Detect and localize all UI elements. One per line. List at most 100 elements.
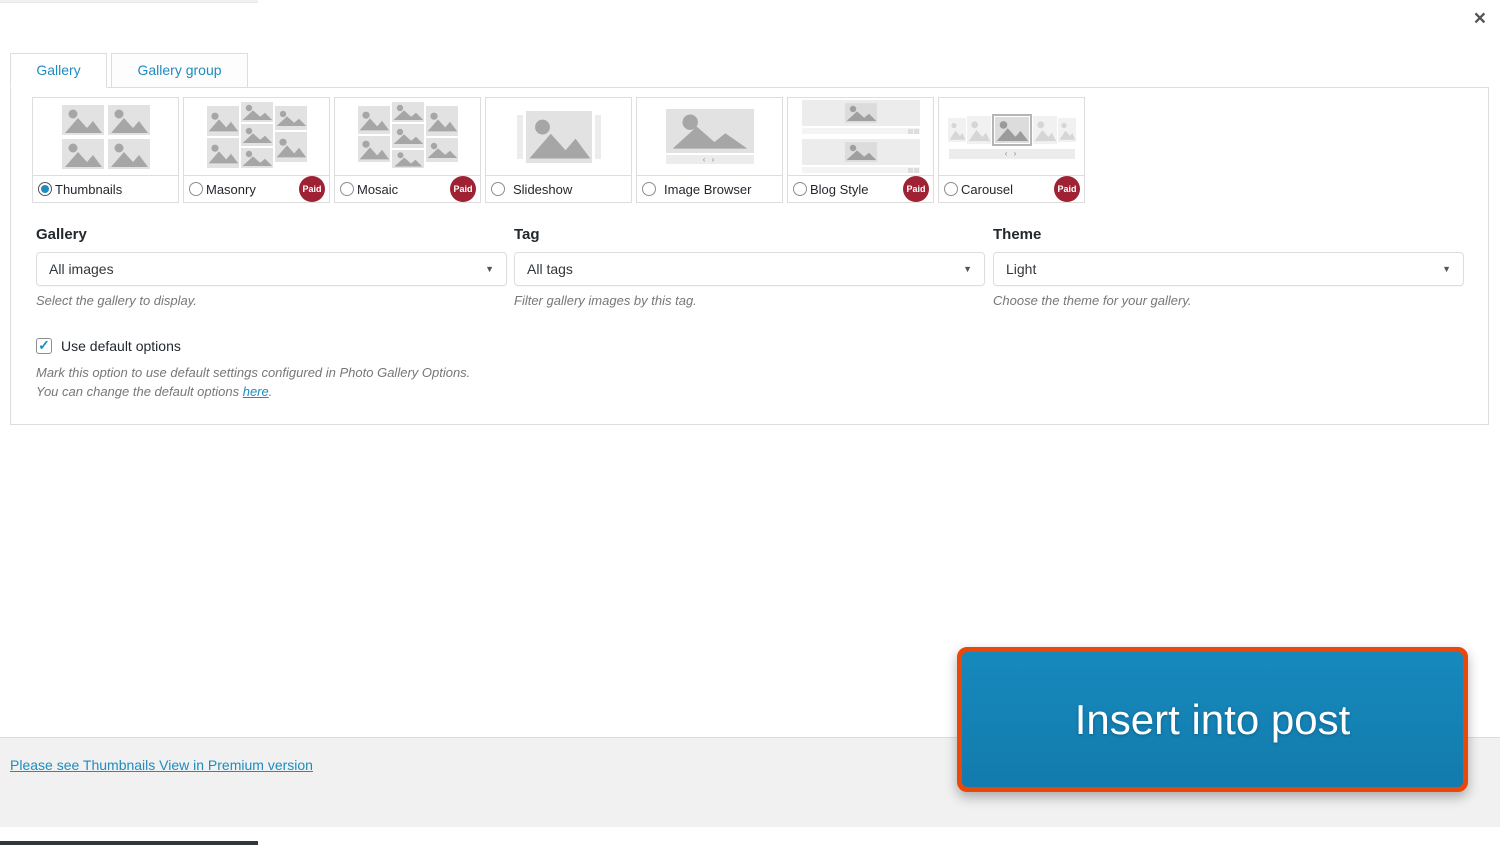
- default-options-help: Mark this option to use default settings…: [36, 363, 470, 401]
- gallery-type-label: Blog Style: [810, 181, 869, 197]
- radio-mosaic[interactable]: [340, 182, 354, 196]
- underlying-page-bottom-edge: [0, 841, 258, 845]
- gallery-type-label: Carousel: [961, 181, 1014, 197]
- default-options-here-link[interactable]: here: [243, 384, 269, 399]
- image-placeholder-icon: [357, 135, 390, 162]
- gallery-settings-panel: Thumbnails Masonry Paid Mosaic Paid Slid…: [10, 87, 1489, 425]
- image-placeholder-icon: [206, 137, 239, 168]
- gallery-type-card-masonry[interactable]: Masonry Paid: [183, 97, 330, 203]
- tag-select-value: All tags: [527, 261, 573, 277]
- tag-field-help: Filter gallery images by this tag.: [514, 293, 697, 308]
- prev-next-arrows-icon: ‹ ›: [948, 149, 1075, 159]
- image-placeholder-icon: [1057, 118, 1076, 142]
- prev-next-arrows-icon: ‹ ›: [665, 155, 754, 164]
- gallery-field: Gallery All images ▼ Select the gallery …: [36, 226, 507, 308]
- gallery-type-card-carousel[interactable]: ‹ › Carousel Paid: [938, 97, 1085, 203]
- chevron-down-icon: ▼: [963, 264, 972, 274]
- image-placeholder-icon: [665, 109, 754, 153]
- gallery-type-label: Image Browser: [664, 181, 752, 197]
- tab-bar: Gallery Gallery group: [10, 53, 248, 88]
- paid-badge: Paid: [299, 176, 325, 202]
- paid-badge: Paid: [903, 176, 929, 202]
- blog-style-preview: [788, 98, 933, 176]
- image-placeholder-icon: [947, 118, 966, 142]
- image-placeholder-icon: [1032, 116, 1057, 144]
- paid-badge: Paid: [450, 176, 476, 202]
- close-icon[interactable]: ×: [1474, 8, 1486, 29]
- theme-field: Theme Light ▼ Choose the theme for your …: [993, 226, 1464, 308]
- radio-blog-style[interactable]: [793, 182, 807, 196]
- gallery-type-card-image-browser[interactable]: ‹ › Image Browser: [636, 97, 783, 203]
- image-placeholder-icon: [240, 147, 273, 168]
- tag-field-label: Tag: [514, 226, 540, 243]
- mosaic-preview: [335, 98, 480, 176]
- image-placeholder-icon: [966, 116, 991, 144]
- default-options-help-suffix: .: [268, 384, 273, 399]
- tag-field: Tag All tags ▼ Filter gallery images by …: [514, 226, 985, 308]
- theme-select-value: Light: [1006, 261, 1037, 277]
- thumbnails-preview: [33, 98, 178, 176]
- image-placeholder-icon: [61, 104, 104, 135]
- gallery-select[interactable]: All images ▼: [36, 252, 507, 286]
- image-placeholder-icon: [61, 138, 104, 169]
- image-placeholder-icon: [425, 137, 458, 162]
- image-placeholder-icon: [274, 131, 307, 162]
- image-placeholder-icon: [844, 142, 877, 162]
- radio-masonry[interactable]: [189, 182, 203, 196]
- image-placeholder-icon: [107, 138, 150, 169]
- theme-select[interactable]: Light ▼: [993, 252, 1464, 286]
- default-options-help-line2: You can change the default options: [36, 384, 243, 399]
- image-placeholder-icon: [206, 105, 239, 136]
- image-placeholder-icon: [357, 105, 390, 134]
- image-placeholder-icon: [994, 117, 1029, 143]
- gallery-type-card-slideshow[interactable]: Slideshow: [485, 97, 632, 203]
- tab-gallery[interactable]: Gallery: [10, 53, 107, 88]
- gallery-type-label: Thumbnails: [55, 181, 123, 197]
- gallery-type-card-mosaic[interactable]: Mosaic Paid: [334, 97, 481, 203]
- gallery-type-card-blog-style[interactable]: Blog Style Paid: [787, 97, 934, 203]
- radio-carousel[interactable]: [944, 182, 958, 196]
- image-placeholder-icon: [107, 104, 150, 135]
- radio-thumbnails[interactable]: [38, 182, 52, 196]
- image-placeholder-icon: [240, 123, 273, 146]
- gallery-type-card-thumbnails[interactable]: Thumbnails: [32, 97, 179, 203]
- carousel-preview: ‹ ›: [939, 98, 1084, 176]
- paid-badge: Paid: [1054, 176, 1080, 202]
- default-options-section: ✓ Use default options Mark this option t…: [36, 338, 470, 401]
- tab-gallery-group[interactable]: Gallery group: [111, 53, 248, 88]
- chevron-down-icon: ▼: [1442, 264, 1451, 274]
- premium-version-link[interactable]: Please see Thumbnails View in Premium ve…: [10, 757, 313, 773]
- slide-edge: [594, 114, 601, 159]
- tag-select[interactable]: All tags ▼: [514, 252, 985, 286]
- gallery-field-help: Select the gallery to display.: [36, 293, 197, 308]
- image-placeholder-icon: [391, 101, 424, 122]
- slideshow-preview: [486, 98, 631, 176]
- image-placeholder-icon: [391, 149, 424, 168]
- gallery-type-label: Masonry: [206, 181, 256, 197]
- check-icon: ✓: [38, 337, 50, 353]
- image-placeholder-icon: [391, 123, 424, 148]
- radio-image-browser[interactable]: [642, 182, 656, 196]
- insert-into-post-button[interactable]: Insert into post: [957, 647, 1468, 792]
- use-default-options-checkbox-row[interactable]: ✓ Use default options: [36, 338, 470, 354]
- use-default-options-label: Use default options: [61, 338, 181, 354]
- image-placeholder-icon: [274, 105, 307, 130]
- radio-slideshow[interactable]: [491, 182, 505, 196]
- gallery-type-cards: Thumbnails Masonry Paid Mosaic Paid Slid…: [32, 97, 1085, 203]
- gallery-field-label: Gallery: [36, 226, 87, 243]
- gallery-select-value: All images: [49, 261, 114, 277]
- underlying-page-top-edge: [0, 0, 258, 3]
- slide-edge: [516, 114, 523, 159]
- masonry-preview: [184, 98, 329, 176]
- theme-field-label: Theme: [993, 226, 1042, 243]
- chevron-down-icon: ▼: [485, 264, 494, 274]
- image-placeholder-icon: [240, 101, 273, 122]
- image-placeholder-icon: [425, 105, 458, 136]
- default-options-help-line1: Mark this option to use default settings…: [36, 365, 471, 380]
- gallery-type-label: Slideshow: [513, 181, 573, 197]
- blog-meta-bar: [801, 167, 920, 173]
- image-placeholder-icon: [844, 103, 877, 123]
- theme-field-help: Choose the theme for your gallery.: [993, 293, 1192, 308]
- use-default-options-checkbox[interactable]: ✓: [36, 338, 52, 354]
- image-placeholder-icon: [525, 110, 592, 163]
